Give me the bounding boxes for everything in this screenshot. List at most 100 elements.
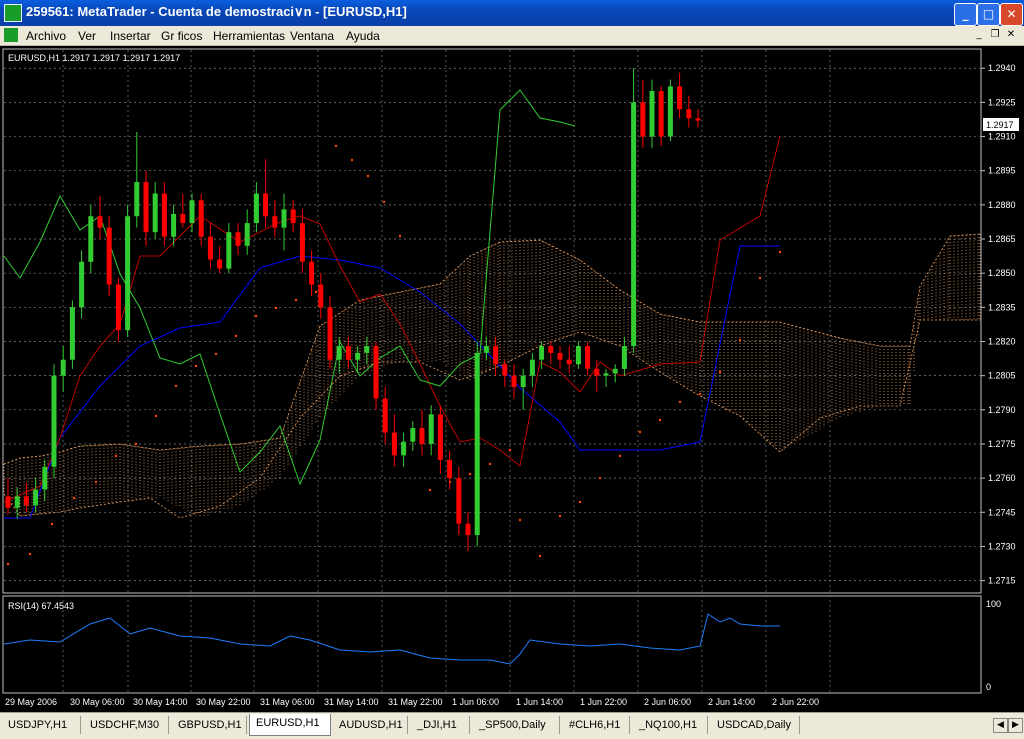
menu-ayuda[interactable]: Ayuda bbox=[346, 29, 380, 43]
candle-body bbox=[640, 102, 646, 137]
sar-dot bbox=[778, 250, 782, 254]
tab-usdcad-daily[interactable]: USDCAD,Daily bbox=[711, 716, 800, 734]
candle-body bbox=[161, 193, 167, 237]
tab-clh6-h1[interactable]: #CLH6,H1 bbox=[563, 716, 630, 734]
sar-dot bbox=[618, 454, 622, 458]
candle-body bbox=[493, 346, 499, 365]
mdi-close-button[interactable]: ✕ bbox=[1004, 28, 1018, 42]
time-tick-label: 1 Jun 14:00 bbox=[516, 697, 563, 707]
price-tick-label: 1.2715 bbox=[988, 576, 1016, 586]
candle-body bbox=[14, 496, 20, 508]
candle-body bbox=[502, 364, 508, 376]
tab-usdjpy-h1[interactable]: USDJPY,H1 bbox=[2, 716, 81, 734]
price-tick-label: 1.2775 bbox=[988, 439, 1016, 449]
menu-herramientas[interactable]: Herramientas bbox=[213, 29, 285, 43]
minimize-button[interactable]: _ bbox=[954, 3, 977, 26]
tab-audusd-h1[interactable]: AUDUSD,H1 bbox=[333, 716, 408, 734]
menu-bar: Archivo Ver Insertar Gr ficos Herramient… bbox=[0, 26, 1024, 46]
candle-body bbox=[51, 375, 57, 467]
tab-nq100-h1[interactable]: _NQ100,H1 bbox=[633, 716, 708, 734]
price-tick-label: 1.2865 bbox=[988, 234, 1016, 244]
tab-dji-h1[interactable]: _DJI,H1 bbox=[411, 716, 470, 734]
candle-body bbox=[667, 86, 673, 137]
rsi-plot-frame bbox=[2, 595, 982, 694]
current-price-label: 1.2917 bbox=[986, 120, 1014, 130]
candle-body bbox=[198, 200, 204, 237]
sar-dot bbox=[334, 144, 338, 148]
candle-body bbox=[88, 216, 94, 262]
tab-gbpusd-h1[interactable]: GBPUSD,H1 bbox=[172, 716, 247, 734]
mdi-restore-button[interactable]: ❐ bbox=[988, 28, 1002, 42]
sar-dot bbox=[738, 338, 742, 342]
candle-body bbox=[677, 86, 683, 110]
tab-scroll-left-button[interactable]: ◀ bbox=[993, 718, 1008, 733]
chart-window-icon[interactable] bbox=[4, 28, 18, 42]
candle-body bbox=[263, 193, 269, 217]
candle-body bbox=[456, 478, 462, 524]
sar-dot bbox=[234, 334, 238, 338]
time-tick-label: 2 Jun 22:00 bbox=[772, 697, 819, 707]
price-tick-label: 1.2730 bbox=[988, 541, 1016, 551]
sar-dot bbox=[398, 234, 402, 238]
close-button[interactable]: ✕ bbox=[1000, 3, 1023, 26]
candle-body bbox=[437, 414, 443, 460]
sar-dot bbox=[134, 442, 138, 446]
price-chart[interactable]: 1.2940 1.2925 1.2910 1.2895 1.2880 1.2865 1.28… bbox=[0, 46, 1024, 712]
candle-body bbox=[97, 216, 103, 228]
time-tick-label: 30 May 22:00 bbox=[196, 697, 251, 707]
candle-body bbox=[318, 284, 324, 308]
candle-body bbox=[134, 182, 140, 217]
tab-eurusd-h1[interactable]: EURUSD,H1 bbox=[249, 714, 331, 736]
tab-scroll-right-button[interactable]: ▶ bbox=[1008, 718, 1023, 733]
price-tick-label: 1.2790 bbox=[988, 405, 1016, 415]
candle-body bbox=[382, 398, 388, 433]
menu-ver[interactable]: Ver bbox=[78, 29, 96, 43]
menu-archivo[interactable]: Archivo bbox=[26, 29, 66, 43]
time-tick-label: 31 May 06:00 bbox=[260, 697, 315, 707]
candle-body bbox=[428, 414, 434, 444]
candle-body bbox=[419, 428, 425, 444]
symbol-tab-bar: USDJPY,H1 USDCHF,M30 GBPUSD,H1 EURUSD,H1… bbox=[0, 712, 1024, 739]
menu-insertar[interactable]: Insertar bbox=[110, 29, 151, 43]
candle-body bbox=[125, 216, 131, 331]
mdi-minimize-button[interactable]: _ bbox=[972, 28, 986, 42]
sar-dot bbox=[518, 518, 522, 522]
sar-dot bbox=[114, 454, 118, 458]
candle-body bbox=[355, 352, 361, 360]
candle-body bbox=[520, 375, 526, 388]
sar-dot bbox=[174, 384, 178, 388]
candle-body bbox=[410, 428, 416, 442]
title-bar[interactable]: 259561: MetaTrader - Cuenta de demostrac… bbox=[0, 0, 1024, 26]
sar-dot bbox=[314, 290, 318, 294]
time-tick-label: 31 May 22:00 bbox=[388, 697, 443, 707]
candle-body bbox=[548, 346, 554, 353]
price-tick-label: 1.2940 bbox=[988, 63, 1016, 73]
candle-body bbox=[281, 209, 287, 228]
candle-body bbox=[327, 307, 333, 360]
price-tick-label: 1.2895 bbox=[988, 166, 1016, 176]
sar-dot bbox=[254, 314, 258, 318]
candle-body bbox=[575, 346, 581, 365]
tab-usdchf-m30[interactable]: USDCHF,M30 bbox=[84, 716, 169, 734]
sar-dot bbox=[538, 554, 542, 558]
candle-body bbox=[631, 102, 637, 347]
sar-dot bbox=[50, 522, 54, 526]
menu-ventana[interactable]: Ventana bbox=[290, 29, 334, 43]
maximize-button[interactable]: □ bbox=[977, 3, 1000, 26]
price-tick-label: 1.2910 bbox=[988, 132, 1016, 142]
time-tick-label: 2 Jun 06:00 bbox=[644, 697, 691, 707]
candle-body bbox=[511, 375, 517, 388]
sar-dot bbox=[366, 174, 370, 178]
candle-body bbox=[207, 236, 213, 260]
candle-body bbox=[594, 368, 600, 376]
candle-body bbox=[483, 346, 489, 353]
candle-body bbox=[585, 346, 591, 369]
sar-dot bbox=[488, 462, 492, 466]
sar-dot bbox=[428, 488, 432, 492]
menu-graficos[interactable]: Gr ficos bbox=[161, 29, 202, 43]
sar-dot bbox=[698, 392, 702, 396]
chart-area[interactable]: 1.2940 1.2925 1.2910 1.2895 1.2880 1.2865 1.28… bbox=[0, 46, 1024, 712]
rsi-label: RSI(14) 67.4543 bbox=[8, 601, 74, 611]
sar-dot bbox=[678, 400, 682, 404]
tab-sp500-daily[interactable]: _SP500,Daily bbox=[473, 716, 560, 734]
